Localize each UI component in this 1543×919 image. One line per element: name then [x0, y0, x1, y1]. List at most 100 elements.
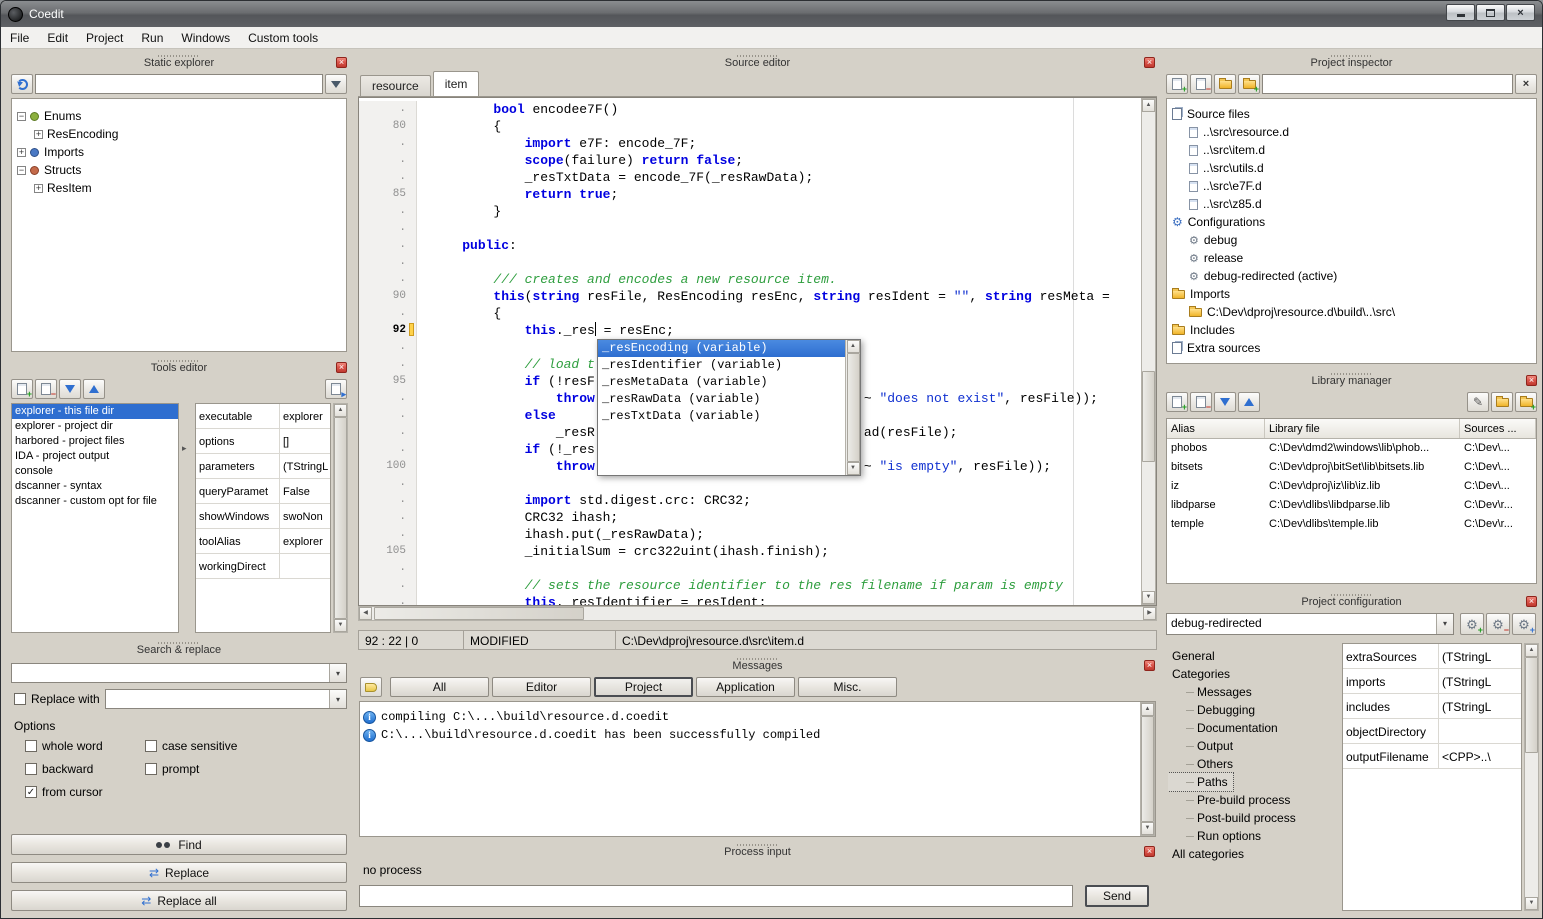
drag-grip[interactable] — [737, 658, 779, 660]
completion-item-resencoding-variable[interactable]: _resEncoding (variable) — [598, 340, 845, 357]
category-general[interactable]: General — [1168, 647, 1338, 665]
category-pre-build-process[interactable]: Pre-build process — [1168, 791, 1338, 809]
tree-item-resencoding[interactable]: +ResEncoding — [12, 125, 346, 143]
property-row-toolalias[interactable]: toolAliasexplorer — [196, 529, 330, 554]
checkbox-from-cursor[interactable]: ✓from cursor — [25, 785, 145, 799]
property-row-queryparamet[interactable]: queryParametFalse — [196, 479, 330, 504]
editor-tab-resource[interactable]: resource — [360, 75, 431, 96]
tree-item-src-utils-d[interactable]: ..\src\utils.d — [1167, 159, 1536, 177]
column-header-sources[interactable]: Sources ... — [1460, 419, 1536, 438]
filter-editor-button[interactable]: Editor — [492, 677, 591, 697]
filter-application-button[interactable]: Application — [696, 677, 795, 697]
tree-item-resitem[interactable]: +ResItem — [12, 179, 346, 197]
tool-item-dscanner-custom-opt-for-file[interactable]: dscanner - custom opt for file — [12, 494, 178, 509]
open-library-file-button[interactable] — [1491, 392, 1513, 412]
collapse-icon[interactable]: − — [17, 166, 26, 175]
panel-header[interactable]: Messages × — [358, 657, 1157, 674]
clear-messages-button[interactable] — [360, 677, 382, 697]
tree-item-enums[interactable]: −Enums — [12, 107, 346, 125]
completion-item-restxtdata-variable[interactable]: _resTxtData (variable) — [598, 408, 845, 425]
clone-configuration-button[interactable]: ⚙+ — [1512, 613, 1536, 635]
property-row-workingdirect[interactable]: workingDirect — [196, 554, 330, 579]
panel-header[interactable]: Source editor × — [358, 54, 1157, 71]
completion-item-resmetadata-variable[interactable]: _resMetaData (variable) — [598, 374, 845, 391]
checkbox-prompt[interactable]: prompt — [145, 762, 237, 776]
tree-item-src-z85-d[interactable]: ..\src\z85.d — [1167, 195, 1536, 213]
code-line[interactable]: . } — [359, 203, 1141, 220]
splitter-arrow-icon[interactable]: ▸ — [182, 443, 187, 454]
column-header-alias[interactable]: Alias — [1167, 419, 1265, 438]
category-others[interactable]: Others — [1168, 755, 1338, 773]
property-row-parameters[interactable]: parameters(TStringL — [196, 454, 330, 479]
close-panel-button[interactable]: × — [1144, 57, 1155, 68]
remove-configuration-button[interactable]: ⚙− — [1486, 613, 1510, 635]
filter-misc-button[interactable]: Misc. — [798, 677, 897, 697]
collapse-icon[interactable]: − — [17, 112, 26, 121]
tree-item-imports[interactable]: +Imports — [12, 143, 346, 161]
tree-item-imports[interactable]: Imports — [1167, 285, 1536, 303]
panel-header[interactable]: Process input × — [358, 843, 1157, 860]
tree-item-debug[interactable]: debug — [1167, 231, 1536, 249]
category-debugging[interactable]: Debugging — [1168, 701, 1338, 719]
inspector-filter-input[interactable] — [1262, 74, 1513, 94]
symbol-filter-input[interactable] — [35, 74, 323, 94]
scroll-right-button[interactable]: ▶ — [1143, 607, 1156, 620]
scroll-down-button[interactable]: ▼ — [334, 619, 347, 632]
tree-item-extra-sources[interactable]: Extra sources — [1167, 339, 1536, 357]
property-row-showwindows[interactable]: showWindowsswoNon — [196, 504, 330, 529]
category-paths[interactable]: Paths — [1168, 773, 1233, 791]
tool-item-console[interactable]: console — [12, 464, 178, 479]
panel-header[interactable]: Project inspector — [1164, 54, 1539, 71]
library-row-libdparse[interactable]: libdparseC:\Dev\dlibs\libdparse.libC:\De… — [1167, 496, 1536, 515]
drag-grip[interactable] — [737, 844, 779, 846]
filter-all-button[interactable]: All — [390, 677, 489, 697]
tools-scrollbar[interactable]: ▲ ▼ — [333, 403, 348, 633]
library-row-bitsets[interactable]: bitsetsC:\Dev\dproj\bitSet\lib\bitsets.l… — [1167, 458, 1536, 477]
library-row-temple[interactable]: templeC:\Dev\dlibs\temple.libC:\Dev\r... — [1167, 515, 1536, 534]
expand-icon[interactable]: + — [34, 184, 43, 193]
tree-item-src-e7f-d[interactable]: ..\src\e7F.d — [1167, 177, 1536, 195]
code-line[interactable]: . ihash.put(_resRawData); — [359, 526, 1141, 543]
completion-item-residentifier-variable[interactable]: _resIdentifier (variable) — [598, 357, 845, 374]
add-library-folder-button[interactable]: + — [1515, 392, 1537, 412]
code-line[interactable]: . _resTxtData = encode_7F(_resRawData); — [359, 169, 1141, 186]
code-line[interactable]: . import e7F: encode_7F; — [359, 135, 1141, 152]
editor-vertical-scrollbar[interactable]: ▲ ▼ — [1141, 98, 1156, 605]
scroll-down-button[interactable]: ▼ — [847, 462, 860, 475]
code-line[interactable]: 105 _initialSum = crc322uint(ihash.finis… — [359, 543, 1141, 560]
close-panel-button[interactable]: × — [1526, 596, 1537, 607]
drag-grip[interactable] — [158, 642, 200, 644]
replace-term-input[interactable] — [106, 690, 329, 708]
tree-item-src-item-d[interactable]: ..\src\item.d — [1167, 141, 1536, 159]
tool-item-ida-project-output[interactable]: IDA - project output — [12, 449, 178, 464]
category-all-categories[interactable]: All categories — [1168, 845, 1338, 863]
code-line[interactable]: . — [359, 475, 1141, 492]
property-row-executable[interactable]: executableexplorer — [196, 404, 330, 429]
completion-scrollbar[interactable]: ▲ ▼ — [845, 340, 860, 475]
scroll-down-button[interactable]: ▼ — [1142, 591, 1155, 604]
scroll-up-button[interactable]: ▲ — [1142, 99, 1155, 112]
send-button[interactable]: Send — [1085, 885, 1149, 907]
message-row[interactable]: icompiling C:\...\build\resource.d.coedi… — [360, 708, 1155, 726]
edit-library-button[interactable]: ✎ — [1467, 392, 1489, 412]
code-line[interactable]: 92 this._res = resEnc; — [359, 322, 1141, 339]
menu-item-file[interactable]: File — [1, 28, 38, 48]
column-header-library-file[interactable]: Library file — [1265, 419, 1460, 438]
scroll-down-button[interactable]: ▼ — [1141, 822, 1154, 835]
code-line[interactable]: . import std.digest.crc: CRC32; — [359, 492, 1141, 509]
move-library-down-button[interactable] — [1214, 392, 1236, 412]
scroll-thumb[interactable] — [1525, 657, 1538, 753]
checkbox-whole-word[interactable]: whole word — [25, 739, 145, 753]
tool-item-harbored-project-files[interactable]: harbored - project files — [12, 434, 178, 449]
code-line[interactable]: 85 return true; — [359, 186, 1141, 203]
close-panel-button[interactable]: × — [1144, 846, 1155, 857]
panel-header[interactable]: Project configuration × — [1164, 593, 1539, 610]
menu-item-edit[interactable]: Edit — [38, 28, 77, 48]
config-property-objectdirectory[interactable]: objectDirectory — [1343, 719, 1521, 744]
menu-item-windows[interactable]: Windows — [172, 28, 239, 48]
dropdown-arrow-icon[interactable]: ▾ — [1436, 614, 1453, 634]
scroll-up-button[interactable]: ▲ — [1141, 703, 1154, 716]
titlebar[interactable]: Coedit × — [1, 1, 1542, 27]
tool-item-explorer-this-file-dir[interactable]: explorer - this file dir — [12, 404, 178, 419]
code-line[interactable]: . // sets the resource identifier to the… — [359, 577, 1141, 594]
